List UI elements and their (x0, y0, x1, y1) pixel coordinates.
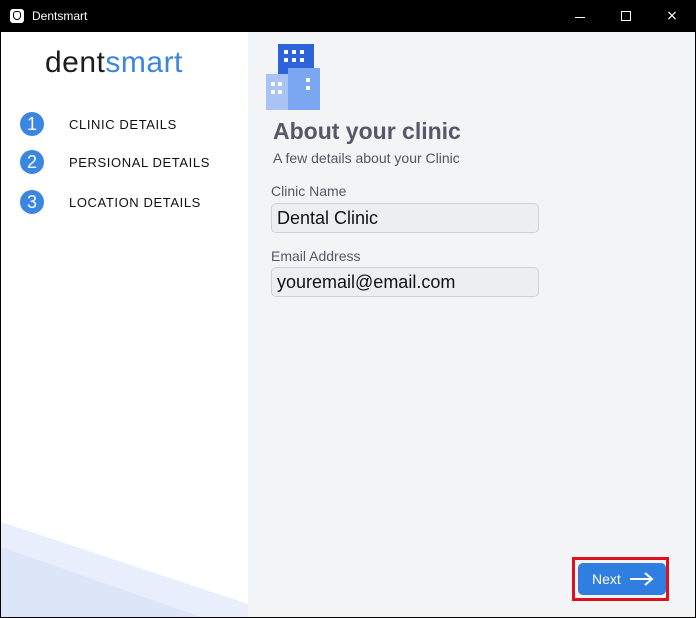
step-personal-details[interactable]: 2 PERSIONAL DETAILS (20, 150, 240, 176)
building-icon (266, 44, 320, 110)
close-icon: × (666, 8, 678, 24)
main-panel: About your clinic A few details about yo… (248, 32, 695, 617)
step-label: PERSIONAL DETAILS (69, 155, 210, 170)
step-clinic-details[interactable]: 1 CLINIC DETAILS (20, 112, 240, 138)
step-number: 2 (20, 150, 44, 174)
maximize-icon (621, 11, 631, 21)
minimize-icon (575, 17, 585, 18)
logo: dentsmart (45, 46, 183, 80)
page-title: About your clinic (273, 118, 461, 144)
title-bar[interactable]: Dentsmart × (1, 1, 695, 32)
step-label: LOCATION DETAILS (69, 195, 201, 210)
email-address-input[interactable] (271, 267, 539, 297)
next-button-label: Next (592, 571, 621, 587)
close-button[interactable]: × (649, 1, 695, 32)
window-title: Dentsmart (32, 9, 88, 23)
next-button[interactable]: Next (578, 563, 666, 595)
page-subtitle: A few details about your Clinic (273, 150, 460, 166)
step-label: CLINIC DETAILS (69, 117, 177, 132)
email-address-label: Email Address (271, 248, 361, 264)
clinic-name-input[interactable] (271, 203, 539, 233)
arrow-right-icon (630, 572, 654, 586)
maximize-button[interactable] (603, 1, 649, 32)
minimize-button[interactable] (557, 1, 603, 32)
logo-dent: dent (45, 46, 106, 79)
tooth-icon (10, 9, 24, 23)
clinic-name-label: Clinic Name (271, 183, 347, 199)
sidebar-decoration (1, 522, 248, 617)
step-location-details[interactable]: 3 LOCATION DETAILS (20, 190, 240, 216)
app-window: Dentsmart × dentsmart 1 CLINIC DETAILS 2… (0, 0, 696, 618)
step-number: 1 (20, 112, 44, 136)
step-number: 3 (20, 190, 44, 214)
sidebar: dentsmart 1 CLINIC DETAILS 2 PERSIONAL D… (1, 32, 248, 617)
logo-smart: smart (105, 46, 183, 79)
